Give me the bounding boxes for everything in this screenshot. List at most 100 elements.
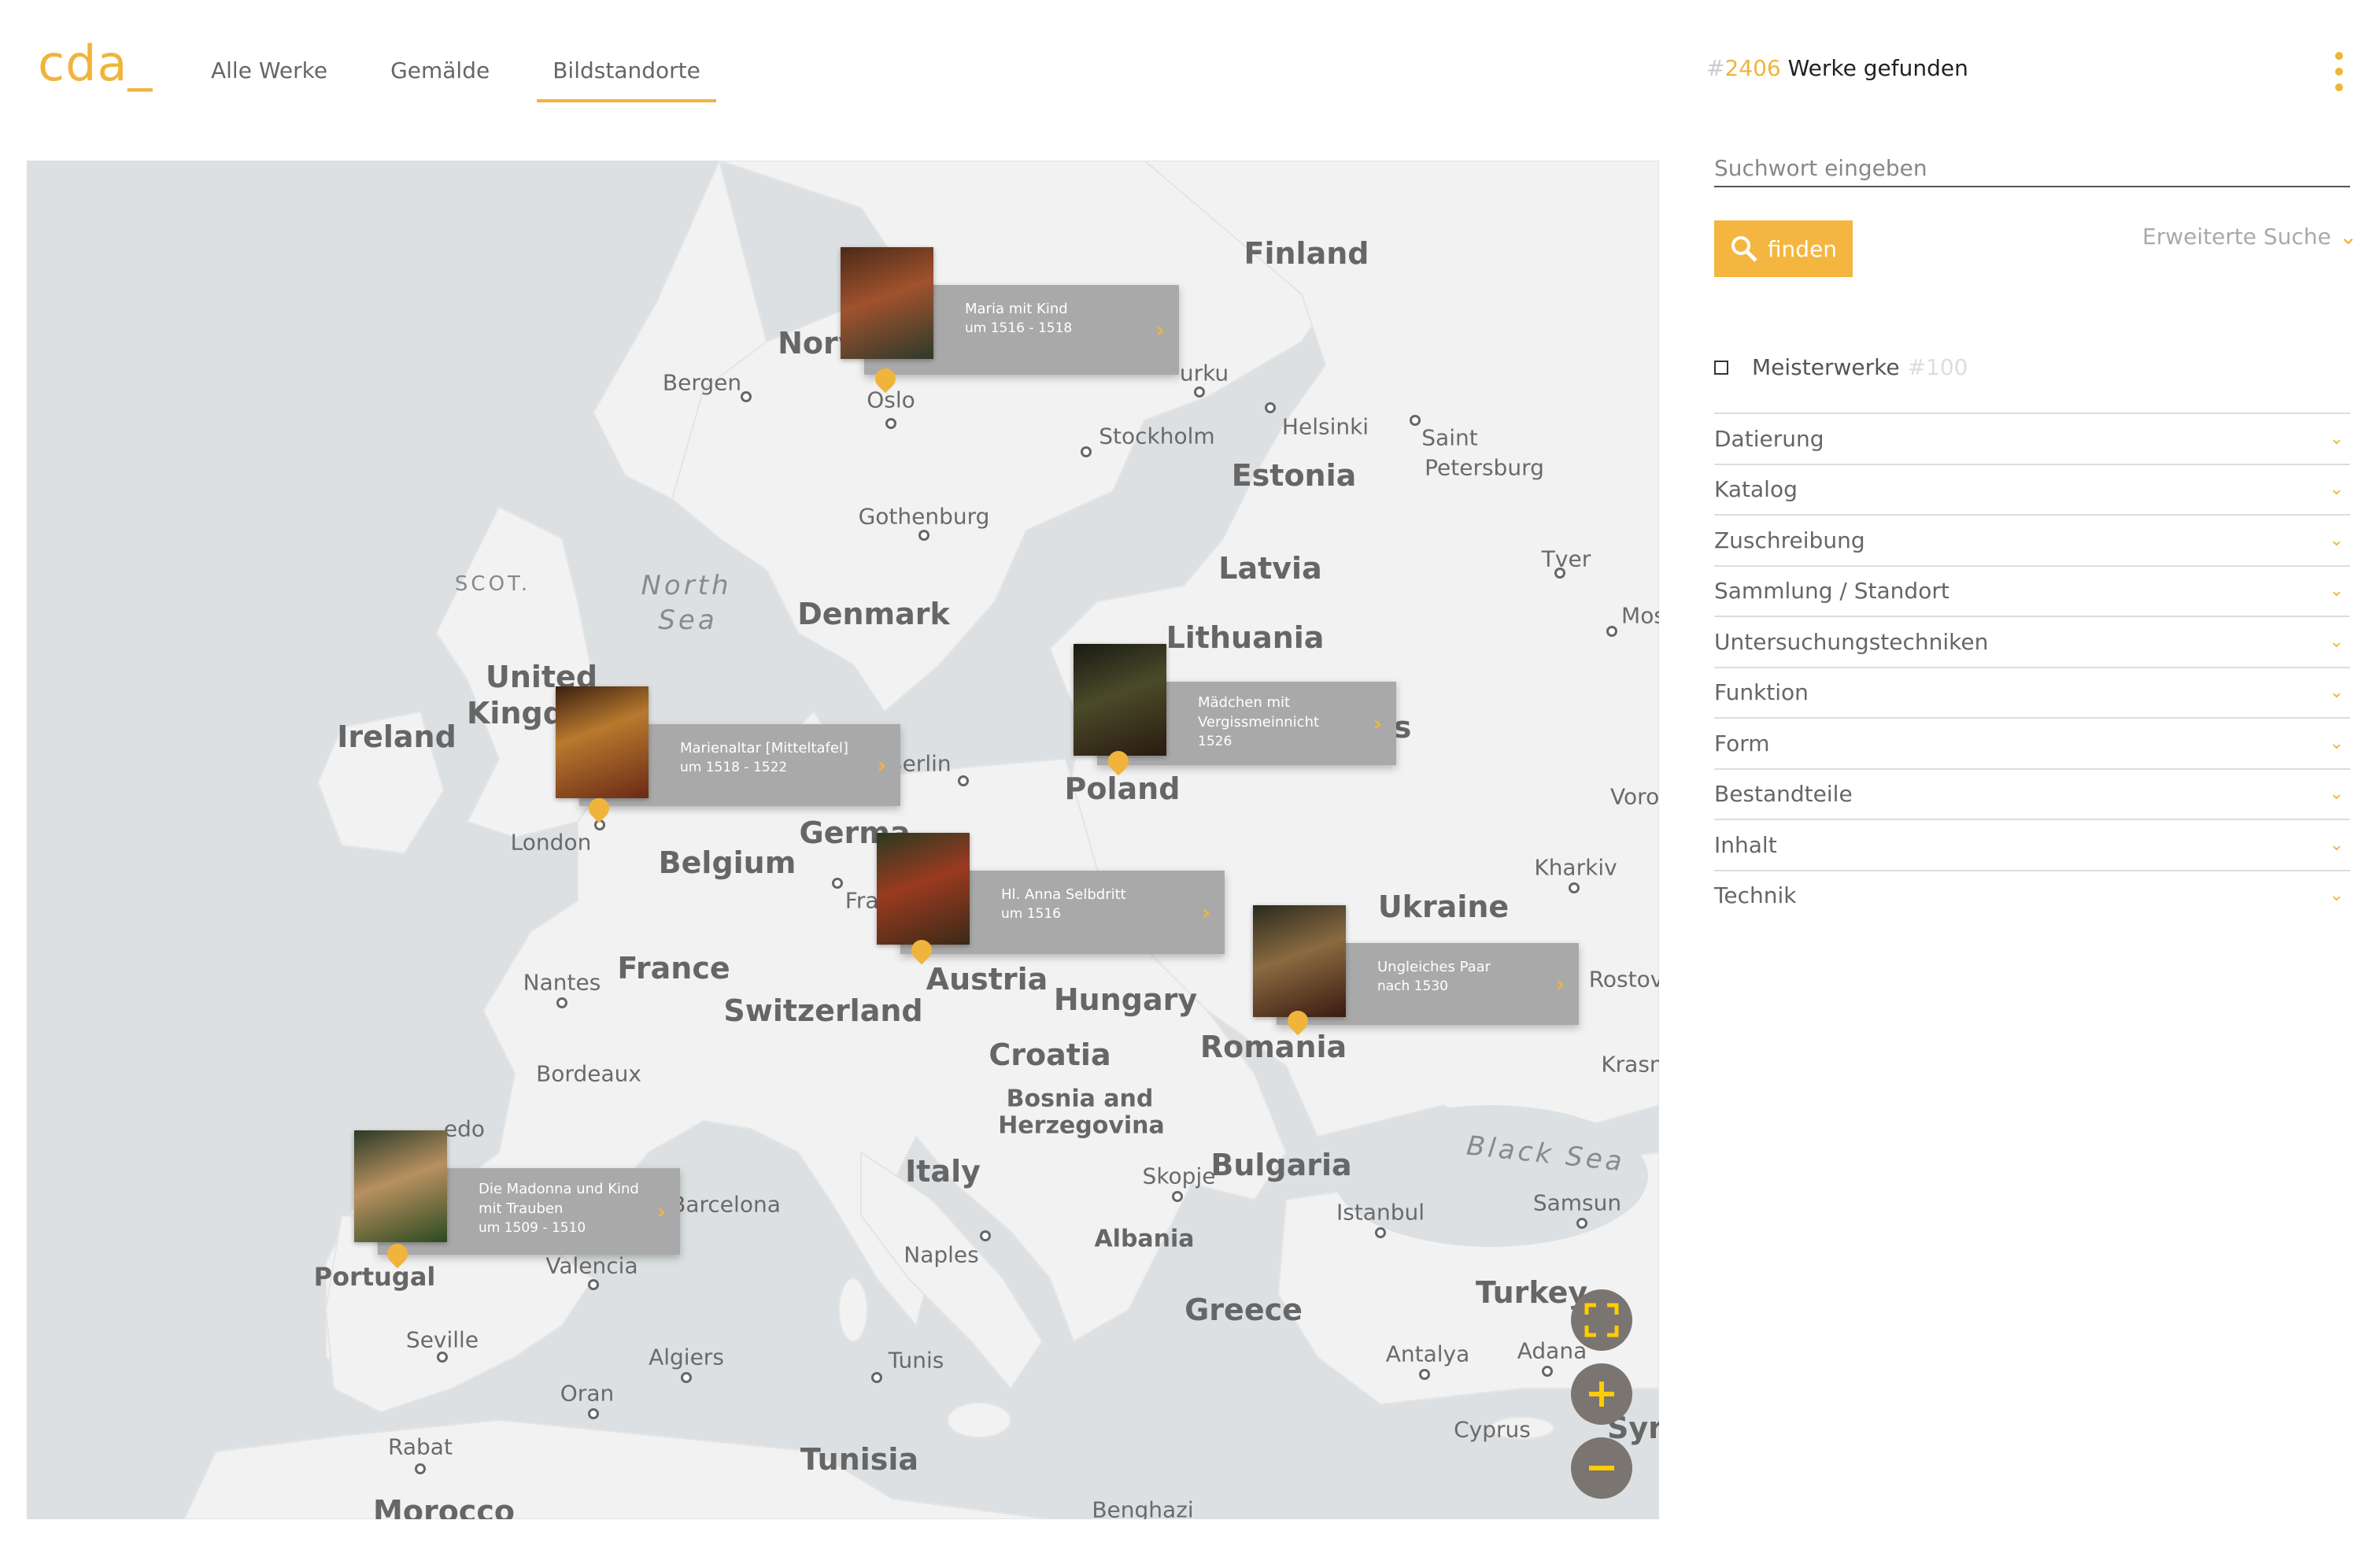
search-input[interactable] [1714,150,2350,187]
artwork-thumbnail [1253,905,1346,1017]
tab-bildstandorte[interactable]: Bildstandorte [537,47,716,102]
city-label: Bergen [662,369,742,396]
advanced-search-toggle[interactable]: Erweiterte Suche ⌄ [2142,224,2357,250]
filter-inhalt[interactable]: Inhalt ⌄ [1714,819,2350,870]
city-dot [1569,882,1580,893]
country-label: Hungary [1053,982,1198,1017]
result-text: Werke gefunden [1780,55,1968,81]
chevron-down-icon: ⌄ [2329,428,2344,449]
city-dot [1172,1191,1183,1202]
city-label: London [510,829,592,856]
logo[interactable]: cda_ [38,35,153,92]
result-hash: # [1706,55,1725,81]
city-label: Istanbul [1336,1199,1425,1226]
region-label: SCOT. [454,572,531,596]
zoom-in-icon [1589,1381,1614,1407]
artwork-popup[interactable]: Ungleiches Paar nach 1530 › [1253,905,1579,1025]
chevron-down-icon: ⌄ [2329,834,2344,855]
city-dot [1081,446,1092,457]
result-count: #2406 Werke gefunden [1706,55,1968,81]
country-label: Switzerland [723,993,923,1028]
city-label: Rabat [388,1433,453,1460]
artwork-thumbnail [841,247,933,359]
city-dot [832,878,843,889]
country-label: Croatia [989,1037,1111,1072]
chevron-down-icon: ⌄ [2338,224,2358,250]
city-dot [1194,386,1205,398]
chevron-down-icon: ⌄ [2329,479,2344,500]
filter-form[interactable]: Form ⌄ [1714,717,2350,768]
artwork-title: Ungleiches Paar nach 1530 [1377,959,1491,994]
city-label: Benghazi [1092,1496,1194,1520]
artwork-popup[interactable]: Marienaltar [Mitteltafel] um 1518 - 1522 … [556,686,900,806]
country-label: Ukraine [1377,890,1510,924]
country-label: Turkey [1475,1275,1588,1310]
country-label: Lithuania [1166,620,1325,655]
city-label: Bordeaux [536,1060,641,1087]
chevron-right-icon: › [656,1198,666,1225]
filter-datierung[interactable]: Datierung ⌄ [1714,412,2350,464]
filter-sammlung-standort[interactable]: Sammlung / Standort ⌄ [1714,564,2350,616]
main-nav: Alle Werke Gemälde Bildstandorte [195,47,748,102]
artwork-popup[interactable]: Die Madonna und Kind mit Trauben um 1509 … [354,1130,680,1255]
city-label: Rostov [1588,966,1659,993]
city-label: Voron [1610,783,1659,810]
city-label: Petersburg [1425,454,1544,481]
city-dot [1576,1218,1587,1229]
filter-funktion[interactable]: Funktion ⌄ [1714,666,2350,718]
city-label: edo [443,1115,486,1142]
filter-bestandteile[interactable]: Bestandteile ⌄ [1714,767,2350,819]
artwork-thumbnail [1074,644,1166,756]
country-label: Ireland [337,719,456,754]
artwork-popup[interactable]: Maria mit Kind um 1516 - 1518 › [841,247,1179,375]
city-label: Stockholm [1099,423,1215,449]
filter-katalog[interactable]: Katalog ⌄ [1714,463,2350,515]
find-button[interactable]: finden [1714,220,1853,277]
filter-technik[interactable]: Technik ⌄ [1714,869,2350,921]
artwork-title: Mädchen mit Vergissmeinnicht 1526 [1198,694,1320,749]
artwork-title: Hl. Anna Selbdritt um 1516 [1001,886,1126,922]
city-label: Tunis [888,1347,944,1374]
masterworks-checkbox[interactable]: Meisterwerke #100 [1714,354,1968,380]
country-label: Herzegovina [998,1111,1165,1140]
city-label: Oslo [867,386,915,413]
artwork-popup[interactable]: Hl. Anna Selbdritt um 1516 › [877,833,1225,954]
country-label: Romania [1199,1030,1347,1064]
city-label: Antalya [1385,1341,1470,1367]
more-menu-icon[interactable] [2331,52,2347,91]
tab-gemaelde[interactable]: Gemälde [375,47,505,102]
country-label: Belgium [658,845,796,880]
city-label: Cyprus [1454,1416,1531,1443]
map[interactable]: Finland Norw Estonia Latvia Denmark Lith… [27,161,1659,1519]
zoom-in-button[interactable] [1571,1363,1632,1425]
chevron-down-icon: ⌄ [2329,733,2344,753]
city-dot [958,775,969,786]
city-label: Gothenburg [858,503,990,530]
masterworks-label: Meisterwerke [1752,354,1900,380]
checkbox[interactable] [1714,360,1728,375]
city-label: Barcelona [671,1191,781,1218]
sea-label: North [641,570,732,601]
filter-untersuchungstechniken[interactable]: Untersuchungstechniken ⌄ [1714,616,2350,667]
city-dot [885,418,896,429]
city-label: Mos [1621,602,1659,629]
city-dot [980,1230,991,1241]
chevron-down-icon: ⌄ [2329,631,2344,652]
country-label: Finland [1244,236,1369,271]
city-label: Helsinki [1281,413,1369,440]
artwork-popup[interactable]: Mädchen mit Vergissmeinnicht 1526 › [1074,644,1396,765]
country-label: Portugal [313,1262,436,1292]
chevron-right-icon: › [877,752,886,779]
filter-zuschreibung[interactable]: Zuschreibung ⌄ [1714,514,2350,565]
fullscreen-button[interactable] [1571,1289,1632,1351]
zoom-out-button[interactable] [1571,1437,1632,1499]
chevron-down-icon: ⌄ [2329,886,2344,906]
country-label: Albania [1094,1225,1195,1253]
city-dot [681,1372,692,1383]
city-dot [556,997,567,1008]
city-dot [871,1372,882,1383]
city-dot [437,1352,448,1363]
tab-alle-werke[interactable]: Alle Werke [195,47,343,102]
chevron-down-icon: ⌄ [2329,682,2344,703]
country-label: Poland [1064,771,1181,806]
